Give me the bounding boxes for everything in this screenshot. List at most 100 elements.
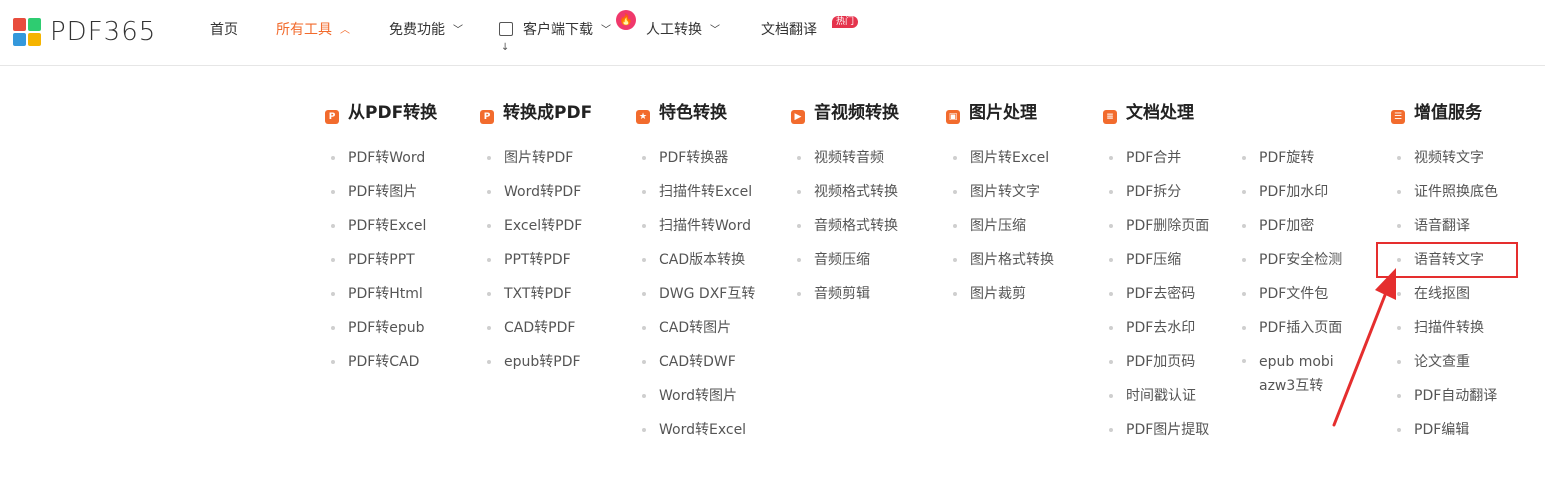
logo-icon xyxy=(13,18,41,46)
tool-link[interactable]: 图片转Excel xyxy=(953,147,1054,181)
tool-list-av: 视频转音频 视频格式转换 音频格式转换 音频压缩 音频剪辑 xyxy=(797,147,898,317)
tool-list-document-2: PDF旋转 PDF加水印 PDF加密 PDF安全检测 PDF文件包 PDF插入页… xyxy=(1242,147,1349,419)
chevron-up-icon: ︿ xyxy=(340,25,350,36)
tool-link[interactable]: 扫描件转Word xyxy=(642,215,755,249)
tool-link[interactable]: 在线抠图 xyxy=(1397,283,1498,317)
tool-link[interactable]: PDF转Html xyxy=(331,283,426,317)
tool-link[interactable]: 音频压缩 xyxy=(797,249,898,283)
logo[interactable]: PDF365 xyxy=(13,17,156,47)
column-title-value-added: ☰ 增值服务 xyxy=(1391,102,1482,124)
column-title-text: 图片处理 xyxy=(969,103,1037,123)
tool-link[interactable]: 论文查重 xyxy=(1397,351,1498,385)
nav-all-tools-label: 所有工具 xyxy=(276,22,332,38)
tool-link[interactable]: PDF编辑 xyxy=(1397,419,1498,453)
tool-link[interactable]: PDF转Word xyxy=(331,147,426,181)
tool-link[interactable]: 证件照换底色 xyxy=(1397,181,1498,215)
tool-link[interactable]: CAD转DWF xyxy=(642,351,755,385)
tool-link[interactable]: CAD版本转换 xyxy=(642,249,755,283)
nav-home-label: 首页 xyxy=(210,22,238,38)
nav-all-tools[interactable]: 所有工具 ︿ xyxy=(276,0,350,60)
logo-text: PDF365 xyxy=(50,17,157,47)
tool-link[interactable]: 图片转文字 xyxy=(953,181,1054,215)
tool-link[interactable]: 视频转文字 xyxy=(1397,147,1498,181)
tool-list-image: 图片转Excel 图片转文字 图片压缩 图片格式转换 图片裁剪 xyxy=(953,147,1054,317)
tool-link[interactable]: CAD转PDF xyxy=(487,317,582,351)
tool-link[interactable]: PDF旋转 xyxy=(1242,147,1349,181)
chevron-down-icon: ﹀ xyxy=(601,25,611,36)
tool-link[interactable]: epub转PDF xyxy=(487,351,582,385)
tool-link[interactable]: PDF压缩 xyxy=(1109,249,1209,283)
chevron-down-icon: ﹀ xyxy=(453,25,463,36)
tool-list-from-pdf: PDF转Word PDF转图片 PDF转Excel PDF转PPT PDF转Ht… xyxy=(331,147,426,385)
tool-link[interactable]: PDF转CAD xyxy=(331,351,426,385)
tool-link[interactable]: 图片格式转换 xyxy=(953,249,1054,283)
tool-link[interactable]: TXT转PDF xyxy=(487,283,582,317)
tool-link[interactable]: 视频转音频 xyxy=(797,147,898,181)
tool-link[interactable]: PDF转PPT xyxy=(331,249,426,283)
tool-link[interactable]: PDF加页码 xyxy=(1109,351,1209,385)
tool-link[interactable]: PDF图片提取 xyxy=(1109,419,1209,453)
column-title-text: 文档处理 xyxy=(1126,103,1194,123)
nav-translate-label: 文档翻译 xyxy=(761,22,817,38)
tool-link[interactable]: PDF转图片 xyxy=(331,181,426,215)
tool-link[interactable]: PDF加密 xyxy=(1242,215,1349,249)
tool-list-to-pdf: 图片转PDF Word转PDF Excel转PDF PPT转PDF TXT转PD… xyxy=(487,147,582,385)
tool-link[interactable]: PDF去水印 xyxy=(1109,317,1209,351)
column-title-text: 音视频转换 xyxy=(814,103,899,123)
tool-link[interactable]: PDF拆分 xyxy=(1109,181,1209,215)
tool-list-document: PDF合并 PDF拆分 PDF删除页面 PDF压缩 PDF去密码 PDF去水印 … xyxy=(1109,147,1209,453)
tool-link[interactable]: PDF安全检测 xyxy=(1242,249,1349,283)
tool-link[interactable]: PDF加水印 xyxy=(1242,181,1349,215)
tool-link[interactable]: epub mobi azw3互转 xyxy=(1242,350,1349,418)
nav-download-label: 客户端下载 xyxy=(523,22,593,38)
nav-free-label: 免费功能 xyxy=(389,22,445,38)
nav-doc-translate[interactable]: 文档翻译 xyxy=(761,0,817,60)
tool-link[interactable]: Word转PDF xyxy=(487,181,582,215)
tool-link[interactable]: PDF转Excel xyxy=(331,215,426,249)
tool-link[interactable]: Excel转PDF xyxy=(487,215,582,249)
tool-link[interactable]: PDF文件包 xyxy=(1242,283,1349,317)
column-title-from-pdf: P 从PDF转换 xyxy=(325,102,437,124)
pdf-icon: P xyxy=(325,110,339,124)
column-title-text: 从PDF转换 xyxy=(348,103,438,123)
tool-link[interactable]: PDF自动翻译 xyxy=(1397,385,1498,419)
tool-link[interactable]: PDF合并 xyxy=(1109,147,1209,181)
tool-link[interactable]: PDF删除页面 xyxy=(1109,215,1209,249)
tool-link[interactable]: 视频格式转换 xyxy=(797,181,898,215)
tool-link[interactable]: 图片压缩 xyxy=(953,215,1054,249)
tool-link[interactable]: 时间戳认证 xyxy=(1109,385,1209,419)
nav-home[interactable]: 首页 xyxy=(210,0,238,60)
tool-link[interactable]: CAD转图片 xyxy=(642,317,755,351)
tool-link[interactable]: 音频剪辑 xyxy=(797,283,898,317)
fire-icon: 🔥 xyxy=(616,10,636,30)
hot-badge: 热门 xyxy=(832,16,859,28)
tool-link[interactable]: PDF去密码 xyxy=(1109,283,1209,317)
tool-list-value-added: 视频转文字 证件照换底色 语音翻译 语音转文字 在线抠图 扫描件转换 论文查重 … xyxy=(1397,147,1498,453)
image-icon: ▣ xyxy=(946,110,960,124)
pdf-icon: P xyxy=(480,110,494,124)
nav-client-download[interactable]: 客户端下载 ﹀ xyxy=(499,0,611,78)
column-title-text: 转换成PDF xyxy=(503,103,593,123)
tool-link[interactable]: PDF转epub xyxy=(331,317,426,351)
column-title-to-pdf: P 转换成PDF xyxy=(480,102,592,124)
tool-list-special: PDF转换器 扫描件转Excel 扫描件转Word CAD版本转换 DWG DX… xyxy=(642,147,755,453)
nav-free-features[interactable]: 免费功能 ﹀ xyxy=(389,0,463,60)
highlight-box xyxy=(1376,242,1518,278)
tool-link[interactable]: PDF转换器 xyxy=(642,147,755,181)
nav-manual-label: 人工转换 xyxy=(646,22,702,38)
play-icon: ▶ xyxy=(791,110,805,124)
nav-manual-conversion[interactable]: 人工转换 ﹀ xyxy=(646,0,720,60)
tool-link[interactable]: 图片裁剪 xyxy=(953,283,1054,317)
column-title-image: ▣ 图片处理 xyxy=(946,102,1037,124)
tool-link[interactable]: 音频格式转换 xyxy=(797,215,898,249)
document-icon: ≡ xyxy=(1103,110,1117,124)
tool-link[interactable]: Word转Excel xyxy=(642,419,755,453)
tool-link[interactable]: PDF插入页面 xyxy=(1242,317,1349,351)
tool-link[interactable]: Word转图片 xyxy=(642,385,755,419)
tool-link[interactable]: 图片转PDF xyxy=(487,147,582,181)
chevron-down-icon: ﹀ xyxy=(710,25,720,36)
tool-link[interactable]: 扫描件转换 xyxy=(1397,317,1498,351)
tool-link[interactable]: PPT转PDF xyxy=(487,249,582,283)
tool-link[interactable]: 扫描件转Excel xyxy=(642,181,755,215)
tool-link[interactable]: DWG DXF互转 xyxy=(642,283,755,317)
